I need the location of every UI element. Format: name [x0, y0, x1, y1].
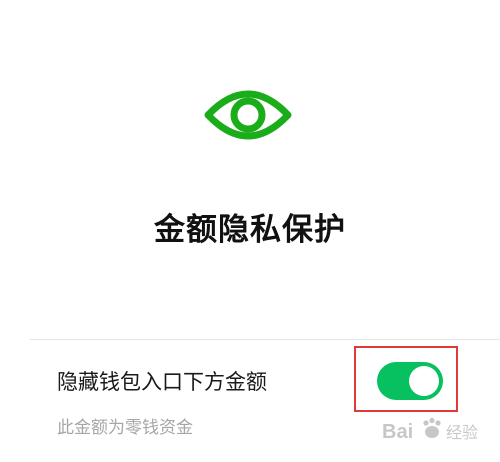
- privacy-settings-page: 金额隐私保护 隐藏钱包入口下方金额 此金额为零钱资金 Bai 经验: [0, 0, 500, 462]
- watermark-suffix: 经验: [446, 423, 478, 442]
- hide-amount-setting-description: 此金额为零钱资金: [57, 418, 193, 438]
- toggle-knob: [409, 366, 439, 396]
- watermark-brand: Bai: [382, 421, 413, 443]
- hide-amount-toggle[interactable]: [377, 362, 443, 400]
- page-title: 金额隐私保护: [154, 212, 346, 248]
- divider: [30, 339, 500, 340]
- hide-amount-setting-label: 隐藏钱包入口下方金额: [57, 370, 267, 394]
- baidu-jingyan-watermark: Bai 经验: [382, 417, 478, 443]
- eye-icon: [204, 90, 292, 140]
